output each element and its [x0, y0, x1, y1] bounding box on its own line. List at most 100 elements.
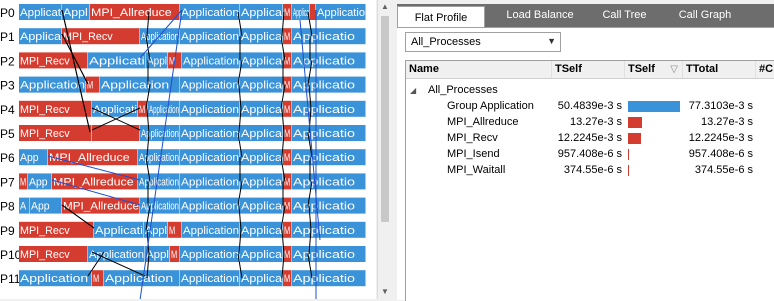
process-label: P9 — [0, 224, 15, 238]
state-bar-label: M — [93, 273, 99, 285]
process-label: P0 — [0, 6, 15, 20]
state-bar-label: M — [284, 273, 290, 285]
state-bar-label: Application — [181, 201, 239, 213]
column-header-tself-bar-label: TSelf — [628, 63, 655, 75]
state-bar-label: Application — [181, 80, 239, 92]
state-bar-label: Application — [181, 31, 239, 43]
state-bar-label: M — [284, 249, 290, 261]
state-bar-label: Application — [181, 104, 239, 116]
state-bar-label: Applicati — [89, 55, 145, 67]
state-bar-label: Applica — [20, 31, 62, 43]
state-bar-label: Application — [181, 152, 239, 164]
state-bar-label: Applica — [241, 55, 283, 67]
flat-profile-content: All_Processes ▼ Name TSelf TSelf ▽ TTota… — [397, 27, 774, 301]
state-bar-label: M — [284, 7, 290, 19]
tab-call-graph[interactable]: Call Graph — [665, 4, 745, 27]
process-label: P3 — [0, 79, 15, 93]
row-name: Group Application — [447, 100, 534, 112]
process-label: P6 — [0, 151, 15, 165]
scroll-up-arrow-icon[interactable]: ▲ — [378, 0, 392, 14]
state-bar-label: Applica — [241, 104, 283, 116]
table-row[interactable]: MPI_Waitall 374.55e-6 s 374.55e-6 s — [406, 163, 774, 178]
table-header: Name TSelf TSelf ▽ TTotal #C — [406, 61, 774, 79]
state-bar-label: Appl — [147, 55, 167, 67]
scroll-down-arrow-icon[interactable]: ▼ — [378, 285, 392, 299]
collapse-triangle-icon[interactable]: ◢ — [410, 83, 416, 98]
state-bar-label: MPI_Allreduce — [49, 152, 130, 164]
state-bar-label: Applica — [241, 273, 283, 285]
state-bar-label: Applicatio — [293, 104, 355, 116]
state-bar-label: M — [284, 31, 290, 43]
state-bar-label: Applicatio — [293, 80, 355, 92]
state-bar-label: M — [171, 249, 177, 261]
state-bar-label: Application — [181, 128, 239, 140]
row-ttotal: 13.27e-3 s — [701, 116, 753, 128]
process-label: P1 — [0, 30, 15, 44]
row-tself: 374.55e-6 s — [563, 164, 622, 176]
state-bar-label: Application — [20, 273, 88, 285]
scrollbar-thumb[interactable] — [381, 16, 389, 222]
tself-bar — [628, 165, 629, 176]
state-bar-label: Applicatio — [293, 152, 355, 164]
state-bar-label: Application — [181, 176, 239, 188]
state-bar-label: Application — [139, 176, 179, 188]
process-label: P10 — [0, 248, 22, 262]
tree-row-root[interactable]: ◢ All_Processes — [406, 83, 774, 98]
state-bar-label: Applicatio — [293, 273, 355, 285]
column-header-name[interactable]: Name — [406, 61, 552, 78]
state-bar-label: App — [20, 152, 39, 164]
state-bar-label: Application — [20, 80, 85, 92]
state-bar-label: MPI_Recv — [20, 225, 70, 237]
state-bar-label: Applicat — [20, 7, 61, 19]
table-row[interactable]: MPI_Recv 12.2245e-3 s 12.2245e-3 s — [406, 131, 774, 146]
state-bar-label: Application — [181, 273, 239, 285]
timeline-canvas[interactable]: P0P1P2P3P4P5P6P7P8P9P10P11Applicat Appl MP… — [0, 0, 376, 299]
state-bar-label: Applicatio — [293, 249, 355, 261]
chevron-down-icon[interactable]: ▼ — [547, 36, 556, 46]
mpi-state-bar[interactable] — [310, 4, 316, 20]
row-ttotal: 77.3103e-3 s — [688, 100, 753, 112]
state-bar-label: A — [20, 201, 27, 213]
state-bar-label: App — [31, 201, 50, 213]
process-filter-value: All_Processes — [411, 36, 481, 48]
state-bar-label: Application — [89, 249, 144, 261]
row-name: MPI_Recv — [447, 132, 498, 144]
column-header-calls[interactable]: #C — [756, 61, 774, 78]
state-bar-label: Application — [181, 249, 239, 261]
timeline-view[interactable]: P0 P1 P2 P3 P4 P5 P6 P7 P8 P9 P10 P11 Applicat Appl MP… — [0, 0, 376, 299]
column-header-tself-bar[interactable]: TSelf ▽ — [625, 61, 683, 78]
tab-bar: Flat Profile Load Balance Call Tree Call… — [397, 4, 774, 31]
state-bar-label: Appl — [63, 7, 88, 19]
process-label: P8 — [0, 200, 15, 214]
sort-descending-icon: ▽ — [670, 64, 678, 75]
column-header-tself[interactable]: TSelf — [552, 61, 625, 78]
state-bar-label: M — [284, 104, 290, 116]
mpi-state-bar[interactable] — [92, 125, 140, 141]
table-row[interactable]: Group Application 50.4839e-3 s 77.3103e-3 … — [406, 99, 774, 114]
state-bar-label: Applicatio — [293, 55, 355, 67]
state-bar-label: M — [20, 176, 26, 188]
state-bar-label: M — [284, 152, 290, 164]
state-bar-label: Application — [141, 201, 179, 213]
state-bar-label: Application — [139, 152, 179, 164]
state-bar-label: M — [284, 128, 290, 140]
profile-table[interactable]: Name TSelf TSelf ▽ TTotal #C ◢ All_Proce… — [405, 60, 774, 301]
state-bar-label: MPI_Recv — [63, 31, 113, 43]
timeline-vertical-scrollbar[interactable]: ▲ ▼ — [377, 0, 392, 299]
column-header-ttotal[interactable]: TTotal — [683, 61, 756, 78]
state-bar-label: Applica — [241, 31, 283, 43]
process-label: P11 — [0, 272, 21, 286]
state-bar-label: Application — [105, 273, 173, 285]
tself-bar — [628, 133, 641, 144]
state-bar-label: Applicatio — [293, 176, 355, 188]
state-bar-label: MPI_Recv — [20, 128, 70, 140]
tab-call-tree[interactable]: Call Tree — [592, 4, 657, 27]
table-row[interactable]: MPI_Allreduce 13.27e-3 s 13.27e-3 s — [406, 115, 774, 130]
tab-load-balance[interactable]: Load Balance — [490, 4, 590, 27]
state-bar-label: MPI_Allreduce — [53, 176, 134, 188]
state-bar-label: Application — [101, 80, 169, 92]
table-row[interactable]: MPI_Isend 957.408e-6 s 957.408e-6 s — [406, 147, 774, 162]
process-filter-dropdown[interactable]: All_Processes ▼ — [405, 32, 561, 52]
state-bar-label: Applica — [241, 225, 283, 237]
state-bar-label: App — [29, 176, 48, 188]
